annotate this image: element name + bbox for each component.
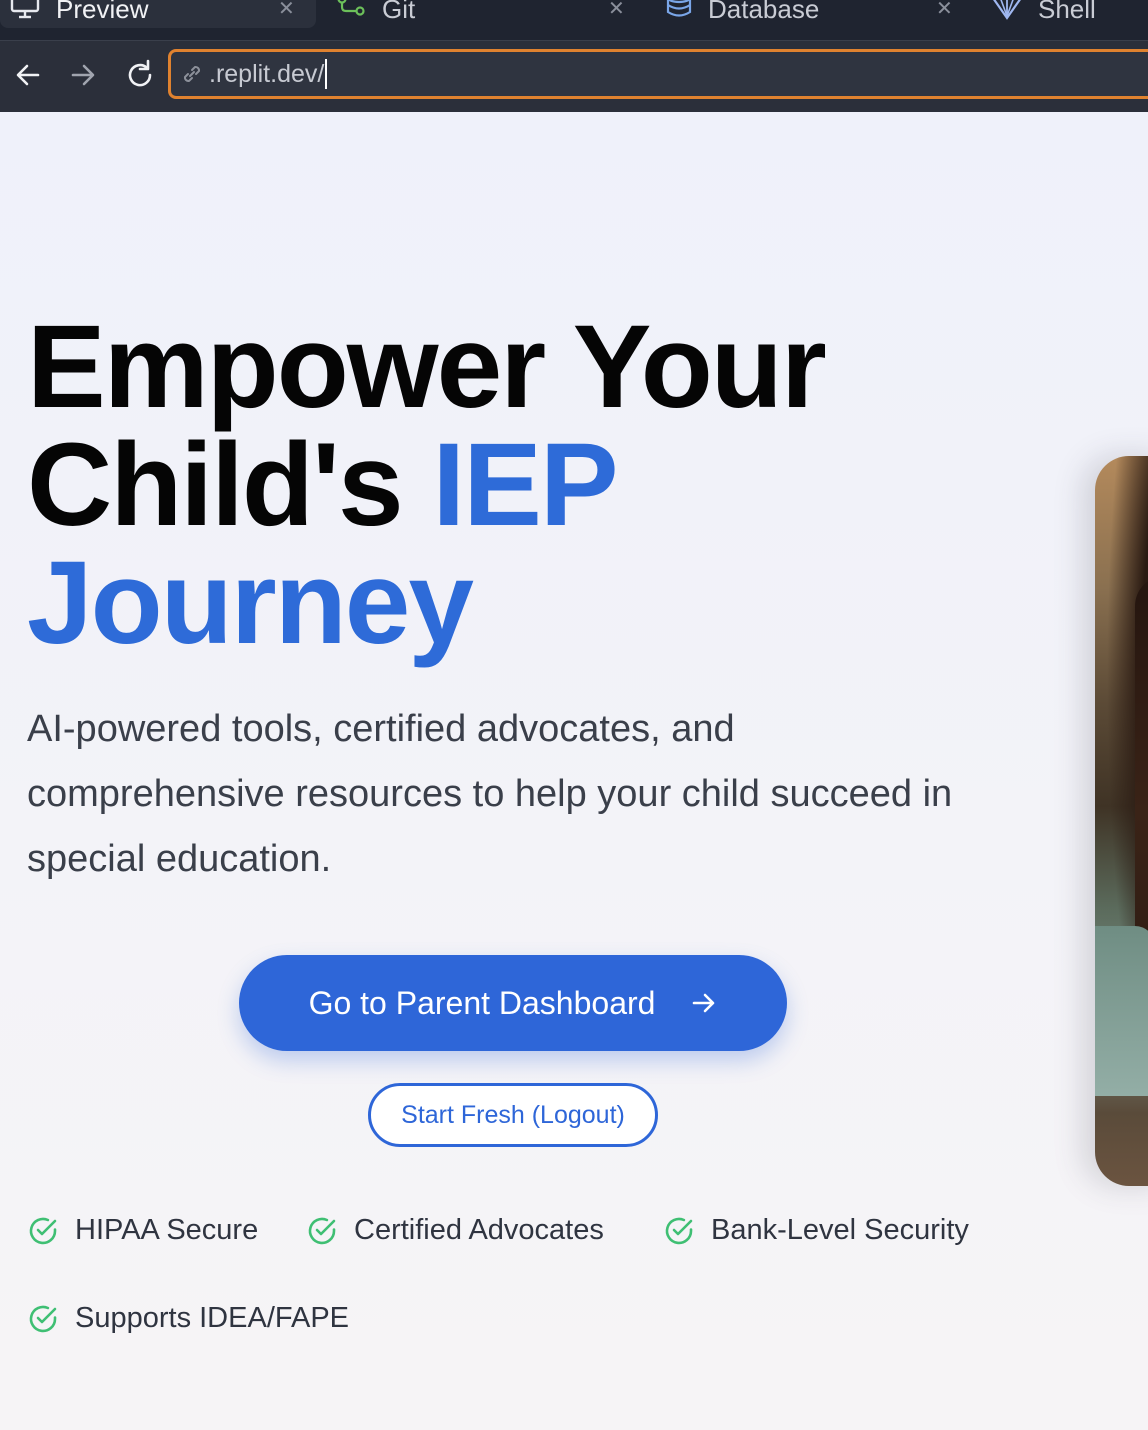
badge-label: HIPAA Secure bbox=[75, 1214, 259, 1246]
hero-photo bbox=[1095, 456, 1148, 1186]
badge-label: Bank-Level Security bbox=[711, 1214, 969, 1246]
tab-shell[interactable]: Shell bbox=[990, 0, 1148, 28]
arrow-right-icon bbox=[71, 64, 95, 86]
hero-title-accent-journey: Journey bbox=[27, 537, 474, 669]
hero-title-accent-iep: IEP bbox=[432, 419, 618, 551]
badge-idea-fape: Supports IDEA/FAPE bbox=[27, 1302, 349, 1335]
back-button[interactable] bbox=[8, 55, 48, 95]
badge-label: Certified Advocates bbox=[354, 1214, 604, 1246]
badge-certified-advocates: Certified Advocates bbox=[306, 1214, 604, 1247]
logout-button[interactable]: Start Fresh (Logout) bbox=[368, 1083, 658, 1147]
check-circle-icon bbox=[27, 1303, 59, 1335]
forward-button[interactable] bbox=[63, 55, 103, 95]
reload-icon bbox=[128, 59, 152, 87]
arrow-right-icon bbox=[691, 990, 717, 1016]
browser-address-bar: .replit.dev/ bbox=[0, 41, 1148, 112]
check-circle-icon bbox=[27, 1215, 59, 1247]
hero-photo-shirt bbox=[1095, 926, 1148, 1096]
badge-label: Supports IDEA/FAPE bbox=[75, 1302, 350, 1334]
badge-hipaa: HIPAA Secure bbox=[27, 1214, 258, 1247]
link-icon bbox=[179, 61, 205, 87]
hero-subtitle: AI-powered tools, certified advocates, a… bbox=[27, 708, 953, 880]
shell-icon bbox=[990, 0, 1024, 27]
tab-database[interactable]: Database ✕ bbox=[664, 0, 964, 28]
tab-git-label: Git bbox=[382, 0, 416, 24]
url-text: .replit.dev/ bbox=[209, 59, 325, 88]
close-icon[interactable]: ✕ bbox=[608, 0, 625, 21]
tab-preview-label: Preview bbox=[56, 0, 149, 24]
hero-title: Empower Your Child's IEP Journey bbox=[27, 301, 827, 669]
hero-title-line-2: Child's IEP bbox=[27, 426, 825, 544]
reload-button[interactable] bbox=[120, 55, 160, 95]
tab-preview[interactable]: Preview ✕ bbox=[0, 0, 316, 28]
database-icon bbox=[664, 0, 694, 27]
ide-tab-bar: Preview ✕ Git ✕ Database ✕ Shell bbox=[0, 0, 1148, 41]
check-circle-icon bbox=[663, 1215, 695, 1247]
git-branch-icon bbox=[336, 0, 368, 26]
badge-bank-level-security: Bank-Level Security bbox=[663, 1214, 969, 1247]
close-icon[interactable]: ✕ bbox=[936, 0, 953, 21]
parent-dashboard-button[interactable]: Go to Parent Dashboard bbox=[239, 955, 787, 1051]
close-icon[interactable]: ✕ bbox=[278, 0, 295, 21]
logout-button-label: Start Fresh (Logout) bbox=[401, 1100, 625, 1129]
url-input[interactable]: .replit.dev/ bbox=[168, 49, 1148, 99]
monitor-icon bbox=[10, 0, 40, 26]
parent-dashboard-button-label: Go to Parent Dashboard bbox=[308, 984, 656, 1021]
arrow-left-icon bbox=[16, 64, 40, 86]
check-circle-icon bbox=[306, 1215, 338, 1247]
tab-shell-label: Shell bbox=[1038, 0, 1096, 24]
hero-title-line-1: Empower Your bbox=[27, 301, 827, 433]
landing-page: Empower Your Child's IEP Journey AI-powe… bbox=[0, 112, 1148, 1430]
tab-git[interactable]: Git ✕ bbox=[336, 0, 636, 28]
hero-title-plain: Child's bbox=[27, 419, 433, 551]
tab-database-label: Database bbox=[708, 0, 820, 24]
text-cursor bbox=[325, 59, 328, 89]
